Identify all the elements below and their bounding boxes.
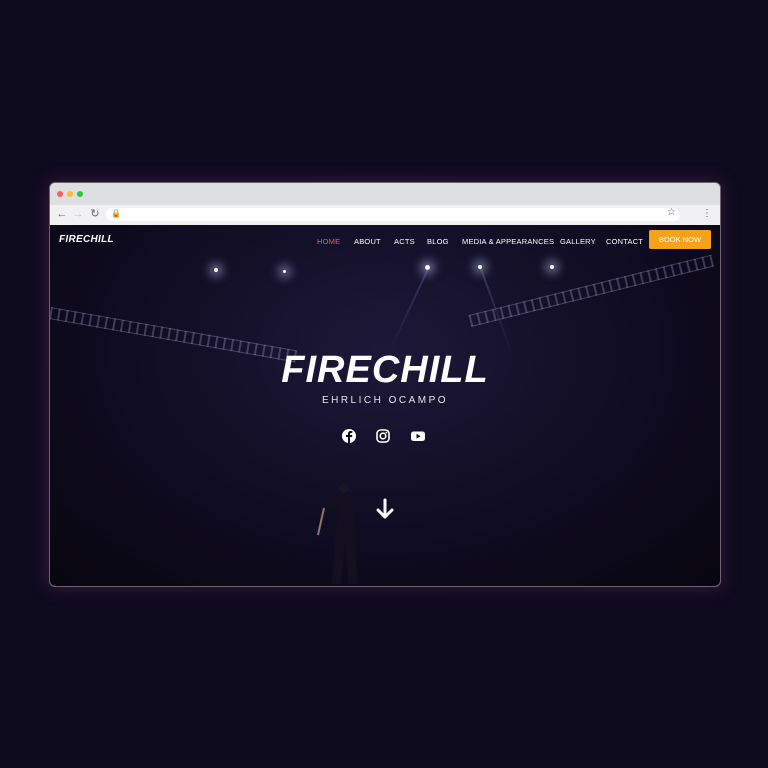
close-window-button[interactable] (57, 191, 63, 197)
nav-about[interactable]: ABOUT (354, 237, 381, 246)
hero-subtitle: EHRLICH OCAMPO (321, 395, 449, 406)
youtube-icon[interactable] (410, 428, 426, 444)
book-now-button[interactable]: BOOK NOW (649, 230, 711, 249)
website-hero: FIRECHILL HOME ABOUT ACTS BLOG MEDIA & A… (50, 225, 720, 586)
title-bar (50, 183, 720, 205)
bookmark-star-icon[interactable]: ☆ (667, 207, 676, 218)
forward-arrow-icon[interactable]: → (71, 207, 85, 221)
browser-toolbar: ← → ↻ 🔒 ☆ ⋮ (50, 205, 720, 226)
performer-silhouette (317, 483, 358, 584)
nav-acts[interactable]: ACTS (394, 237, 415, 246)
stage-light (214, 268, 218, 272)
nav-contact[interactable]: CONTACT (606, 237, 643, 246)
light-beam (389, 268, 429, 351)
nav-home[interactable]: HOME (317, 237, 340, 246)
minimize-window-button[interactable] (67, 191, 73, 197)
stage-light (550, 265, 554, 269)
browser-menu-icon[interactable]: ⋮ (702, 208, 712, 219)
instagram-icon[interactable] (375, 428, 391, 444)
maximize-window-button[interactable] (77, 191, 83, 197)
hero-logo: FIRECHILL (281, 349, 489, 391)
arrow-down-icon[interactable] (373, 497, 397, 521)
stage-light (283, 270, 286, 273)
facebook-icon[interactable] (341, 428, 357, 444)
lock-icon: 🔒 (111, 209, 121, 218)
nav-gallery[interactable]: GALLERY (560, 237, 596, 246)
nav-blog[interactable]: BLOG (427, 237, 449, 246)
nav-media-appearances[interactable]: MEDIA & APPEARANCES (462, 237, 554, 246)
reload-icon[interactable]: ↻ (88, 207, 102, 221)
site-logo[interactable]: FIRECHILL (59, 234, 114, 245)
browser-window: ← → ↻ 🔒 ☆ ⋮ FIRECHILL HOME ABOUT ACTS BL… (49, 182, 721, 587)
stage-truss (468, 254, 715, 327)
back-arrow-icon[interactable]: ← (55, 207, 69, 221)
address-bar[interactable]: 🔒 ☆ (106, 207, 680, 221)
